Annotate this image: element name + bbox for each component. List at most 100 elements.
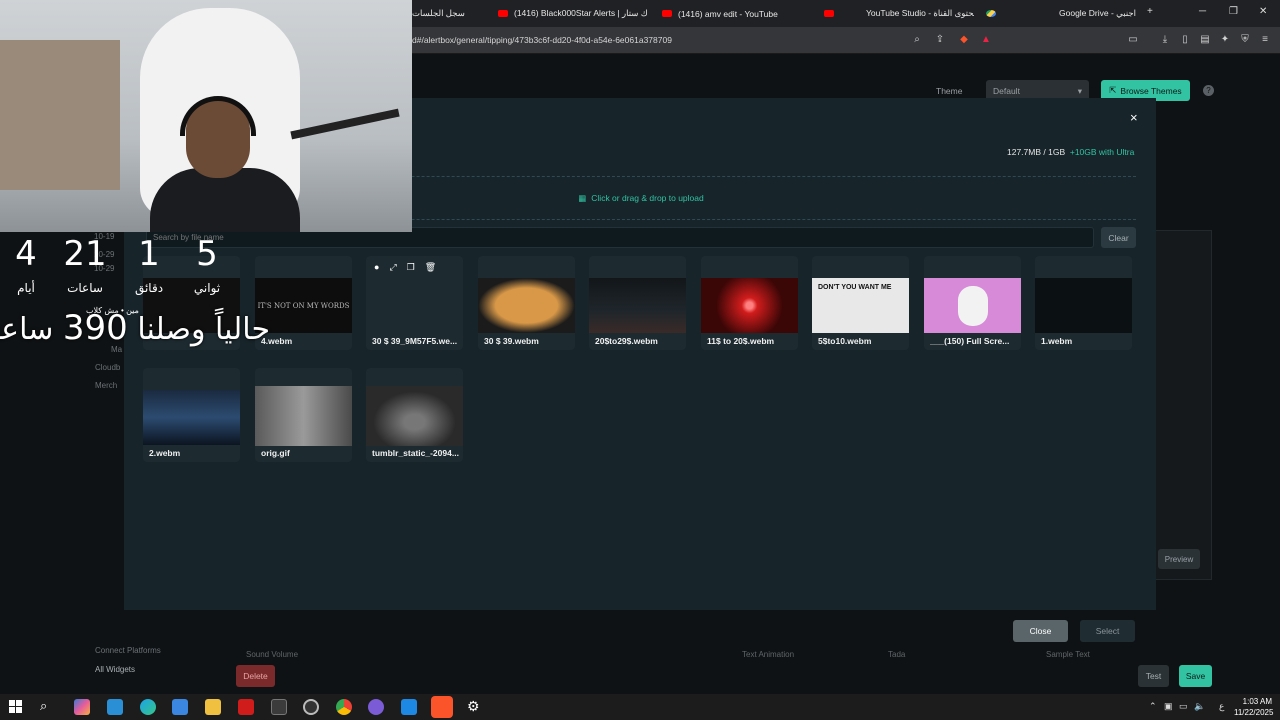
theme-value: Default bbox=[993, 86, 1020, 96]
vpn-icon[interactable]: ⛨ bbox=[1239, 34, 1251, 46]
youtube-icon bbox=[498, 10, 508, 17]
file-card[interactable]: 1.webm bbox=[1035, 256, 1132, 350]
streamer-body bbox=[150, 168, 300, 232]
file-thumbnail bbox=[255, 386, 352, 446]
file-card[interactable]: orig.gif bbox=[255, 368, 352, 462]
chevron-up-icon[interactable]: ⌃ bbox=[1149, 701, 1157, 712]
mail-icon[interactable] bbox=[107, 699, 123, 715]
tab-amv-edit[interactable]: (1416) amv edit - YouTube bbox=[662, 0, 812, 27]
close-window-button[interactable]: ✕ bbox=[1259, 6, 1267, 17]
discord-icon[interactable] bbox=[368, 699, 384, 715]
minimize-button[interactable]: ─ bbox=[1199, 6, 1206, 17]
sidebar-item-cloudbot[interactable]: Cloudb bbox=[95, 363, 120, 372]
chrome-icon[interactable] bbox=[336, 699, 352, 715]
share-icon[interactable]: ⇪ bbox=[934, 34, 946, 46]
restore-button[interactable]: ❐ bbox=[1229, 6, 1238, 17]
play-icon[interactable]: ● bbox=[374, 262, 379, 273]
zoom-icon[interactable]: ⌕ bbox=[911, 34, 923, 46]
expand-icon[interactable]: ⤢ bbox=[389, 262, 396, 273]
sample-text-label: Sample Text bbox=[1046, 650, 1090, 659]
copy-icon[interactable]: ❐ bbox=[407, 262, 415, 273]
tab-label: YouTube Studio - محتوى القناة bbox=[866, 8, 974, 18]
brave-rewards-icon[interactable]: ▲ bbox=[980, 34, 992, 46]
tab-google-drive[interactable]: Google Drive - اجنبي bbox=[986, 0, 1136, 27]
copilot-icon[interactable] bbox=[74, 699, 90, 715]
file-thumbnail bbox=[366, 278, 463, 333]
file-card[interactable]: 20$to29$.webm bbox=[589, 256, 686, 350]
youtube-icon bbox=[824, 10, 834, 17]
file-explorer-icon[interactable] bbox=[205, 699, 221, 715]
download-icon[interactable]: ⤓ bbox=[1159, 34, 1171, 46]
file-name: 30 $ 39_9M57F5.we... bbox=[372, 336, 458, 346]
new-tab-button[interactable]: + bbox=[1147, 6, 1153, 17]
file-name: 20$to29$.webm bbox=[595, 336, 658, 346]
store-icon[interactable] bbox=[172, 699, 188, 715]
file-name: 4.webm bbox=[261, 336, 293, 346]
file-card[interactable]: DON'T YOU WANT ME 5$to10.webm bbox=[812, 256, 909, 350]
save-button[interactable]: Save bbox=[1179, 665, 1212, 687]
timer-minutes-value: 1 bbox=[138, 234, 160, 274]
text-animation-label: Text Animation bbox=[742, 650, 795, 659]
system-clock[interactable]: 1:03 AM 11/22/2025 bbox=[1234, 696, 1274, 718]
background-shelf bbox=[0, 40, 120, 190]
file-name: 11$ to 20$.webm bbox=[707, 336, 775, 346]
tab-history[interactable]: سجل الجلسات bbox=[412, 0, 492, 27]
delete-button[interactable]: Delete bbox=[236, 665, 275, 687]
app-icon[interactable] bbox=[401, 699, 417, 715]
obs-icon[interactable] bbox=[303, 699, 319, 715]
file-name: 5$to10.webm bbox=[818, 336, 872, 346]
terminal-icon[interactable] bbox=[271, 699, 287, 715]
select-button[interactable]: Select bbox=[1080, 620, 1135, 642]
file-card[interactable]: 30 $ 39.webm bbox=[478, 256, 575, 350]
tab-label: Google Drive - اجنبي bbox=[1059, 8, 1136, 18]
status-suffix: ساعه bbox=[0, 312, 54, 347]
file-name: tumblr_static_-2094... bbox=[372, 448, 459, 458]
microphone-arm bbox=[290, 108, 400, 140]
close-icon[interactable]: × bbox=[1130, 110, 1138, 125]
sidebar-item-merch[interactable]: Merch bbox=[95, 381, 117, 390]
tab-youtube-studio[interactable]: YouTube Studio - محتوى القناة bbox=[824, 0, 974, 27]
url-text[interactable]: d#/alertbox/general/tipping/473b3c6f-dd2… bbox=[412, 35, 672, 45]
mascot-image bbox=[958, 286, 988, 326]
file-thumbnail bbox=[924, 278, 1021, 333]
clear-search-button[interactable]: Clear bbox=[1101, 227, 1136, 248]
file-card[interactable]: ● ⤢ ❐ 🗑 30 $ 39_9M57F5.we... bbox=[366, 256, 463, 350]
close-button[interactable]: Close bbox=[1013, 620, 1068, 642]
tab-label: (1416) amv edit - YouTube bbox=[678, 8, 778, 19]
preview-button[interactable]: Preview bbox=[1158, 549, 1200, 569]
wallet-icon[interactable]: ▤ bbox=[1199, 34, 1211, 46]
settings-gear-icon[interactable]: ⚙ bbox=[467, 698, 480, 715]
trash-icon[interactable]: 🗑 bbox=[425, 262, 436, 273]
edge-icon[interactable] bbox=[140, 699, 156, 715]
wps-icon[interactable] bbox=[238, 699, 254, 715]
menu-icon[interactable]: ≡ bbox=[1259, 34, 1271, 46]
brave-icon[interactable] bbox=[431, 696, 453, 718]
reader-icon[interactable]: ▯ bbox=[1179, 34, 1191, 46]
connect-platforms-link[interactable]: Connect Platforms bbox=[95, 646, 161, 655]
search-icon[interactable]: ⌕ bbox=[40, 698, 47, 714]
leo-icon[interactable]: ✦ bbox=[1219, 34, 1231, 46]
network-icon[interactable]: ▭ bbox=[1179, 701, 1188, 712]
volume-icon[interactable]: 🔈 bbox=[1194, 701, 1205, 712]
input-language[interactable]: ع bbox=[1219, 701, 1224, 712]
clock-date: 11/22/2025 bbox=[1234, 708, 1274, 717]
file-name: 1.webm bbox=[1041, 336, 1073, 346]
status-number: 390 bbox=[62, 308, 128, 348]
help-icon[interactable]: ? bbox=[1203, 85, 1214, 96]
tab-alerts[interactable]: (1416) Black000Star Alerts | ملاك ستار bbox=[498, 0, 648, 27]
tray-app-icon[interactable]: ▣ bbox=[1164, 701, 1173, 712]
tada-value[interactable]: Tada bbox=[888, 650, 905, 659]
brave-shield-icon[interactable]: ◆ bbox=[958, 34, 970, 46]
file-card[interactable]: ___(150) Full Scre... bbox=[924, 256, 1021, 350]
file-card[interactable]: 2.webm bbox=[143, 368, 240, 462]
windows-start-icon[interactable] bbox=[9, 700, 22, 713]
file-thumbnail bbox=[143, 390, 240, 445]
storage-upgrade-link[interactable]: +10GB with Ultra bbox=[1070, 147, 1135, 157]
test-button[interactable]: Test bbox=[1138, 665, 1169, 687]
file-name: orig.gif bbox=[261, 448, 290, 458]
sidebar-toggle-icon[interactable]: ▭ bbox=[1127, 34, 1139, 46]
tab-label: سجل الجلسات bbox=[412, 8, 465, 18]
file-card[interactable]: tumblr_static_-2094... bbox=[366, 368, 463, 462]
all-widgets-link[interactable]: All Widgets bbox=[95, 665, 135, 674]
file-card[interactable]: 11$ to 20$.webm bbox=[701, 256, 798, 350]
